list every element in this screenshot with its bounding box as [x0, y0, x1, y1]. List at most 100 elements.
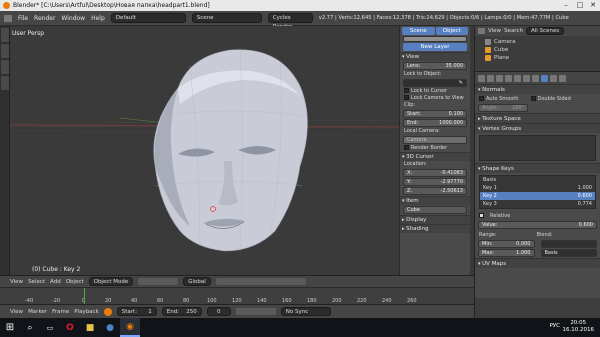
- tool-tab[interactable]: [1, 28, 9, 42]
- timeline-menu-marker[interactable]: Marker: [28, 309, 47, 315]
- timeline-menu-view[interactable]: View: [10, 309, 23, 315]
- close-button[interactable]: ✕: [587, 1, 599, 10]
- outliner-item-cube[interactable]: Cube: [485, 46, 600, 54]
- local-camera-field[interactable]: Camera: [403, 136, 467, 144]
- constraints-tab-icon[interactable]: [523, 74, 530, 82]
- new-layer-button[interactable]: New Layer: [403, 43, 467, 51]
- blend-basis-field[interactable]: Basis: [540, 249, 597, 257]
- current-frame-marker[interactable]: [84, 288, 85, 305]
- record-icon[interactable]: [103, 307, 112, 316]
- tool-tab[interactable]: [1, 76, 9, 90]
- display-panel-header[interactable]: Display: [400, 215, 470, 224]
- shading-icons[interactable]: [138, 278, 179, 285]
- texture-tab-icon[interactable]: [559, 74, 566, 82]
- outliner-filter-select[interactable]: All Scenes: [525, 27, 565, 35]
- item-name-field[interactable]: Cube: [403, 206, 467, 214]
- modifiers-tab-icon[interactable]: [532, 74, 539, 82]
- search-button[interactable]: ⌕: [20, 318, 40, 337]
- cursor-x-field[interactable]: X: -0.41083: [403, 169, 467, 177]
- timeline-menu-playback[interactable]: Playback: [74, 309, 99, 315]
- blend-vertex-group-field[interactable]: [540, 240, 597, 248]
- interaction-mode-select[interactable]: Object Mode: [88, 277, 134, 286]
- start-button[interactable]: ⊞: [0, 318, 20, 337]
- eyedropper-icon[interactable]: ✎: [459, 80, 463, 86]
- vertex-groups-panel-header[interactable]: Vertex Groups: [475, 123, 600, 133]
- head-mesh[interactable]: [153, 47, 308, 252]
- shape-key-row[interactable]: Key 1 1.000: [480, 184, 595, 192]
- menu-help[interactable]: Help: [91, 15, 105, 22]
- render-tab-icon[interactable]: [478, 74, 485, 82]
- menu-file[interactable]: File: [18, 15, 28, 22]
- current-frame-field[interactable]: 0: [206, 307, 231, 316]
- editor-type-icon[interactable]: [478, 28, 485, 34]
- tab-object[interactable]: Object: [435, 27, 468, 35]
- world-tab-icon[interactable]: [505, 74, 512, 82]
- item-panel-header[interactable]: Item: [400, 196, 470, 205]
- taskbar-app-explorer[interactable]: ■: [80, 318, 100, 337]
- layer-buttons[interactable]: [215, 278, 306, 285]
- menu-window[interactable]: Window: [61, 15, 85, 22]
- viewport-menu-add[interactable]: Add: [50, 279, 61, 285]
- outliner-view-menu[interactable]: View: [488, 28, 501, 34]
- tab-scene[interactable]: Scene: [402, 27, 435, 35]
- shape-keys-panel-header[interactable]: Shape Keys: [475, 163, 600, 173]
- outliner-item-camera[interactable]: Camera: [485, 38, 600, 46]
- 3d-viewport[interactable]: [0, 26, 399, 275]
- lock-object-field[interactable]: ✎: [403, 79, 467, 87]
- double-sided-checkbox[interactable]: Double Sided: [530, 95, 571, 102]
- layer-grid[interactable]: [403, 36, 467, 42]
- screen-layout-select[interactable]: Default: [110, 13, 186, 23]
- relative-checkbox[interactable]: Relative: [475, 211, 600, 220]
- vertex-groups-list[interactable]: [479, 135, 596, 161]
- scene-tab-icon[interactable]: [496, 74, 503, 82]
- outliner-search-menu[interactable]: Search: [504, 28, 523, 34]
- 3d-cursor-panel-header[interactable]: 3D Cursor: [400, 152, 470, 161]
- material-tab-icon[interactable]: [550, 74, 557, 82]
- clock-date[interactable]: 16.10.2016: [563, 327, 595, 334]
- shape-value-field[interactable]: Value: 0.600: [478, 221, 597, 229]
- cursor-y-field[interactable]: Y: -2.97770: [403, 178, 467, 186]
- shape-key-row[interactable]: Basis: [480, 176, 595, 184]
- render-border-checkbox[interactable]: Render Border: [400, 145, 470, 152]
- minimize-button[interactable]: –: [560, 1, 572, 10]
- shading-panel-header[interactable]: Shading: [400, 224, 470, 233]
- cursor-z-field[interactable]: Z: -2.50613: [403, 187, 467, 195]
- editor-type-icon[interactable]: [4, 14, 12, 22]
- shape-key-row-selected[interactable]: Key 2 0.600: [480, 192, 595, 200]
- end-frame-field[interactable]: End: 250: [161, 307, 202, 316]
- viewport-menu-view[interactable]: View: [10, 279, 23, 285]
- scene-select[interactable]: Scene: [191, 13, 262, 23]
- max-field[interactable]: Max: 1.000: [478, 249, 535, 257]
- viewport-menu-object[interactable]: Object: [66, 279, 84, 285]
- tool-tab[interactable]: [1, 60, 9, 74]
- sync-mode-select[interactable]: No Sync: [280, 307, 331, 316]
- tool-tab[interactable]: [1, 44, 9, 58]
- taskbar-app-blender[interactable]: ◉: [120, 318, 140, 337]
- object-tab-icon[interactable]: [514, 74, 521, 82]
- timeline-ruler[interactable]: -40 -20 0 20 40 60 80 100 120 140 160 18…: [0, 287, 474, 305]
- lock-camera-checkbox[interactable]: Lock Camera to View: [400, 95, 470, 102]
- layers-tab-icon[interactable]: [487, 74, 494, 82]
- menu-render[interactable]: Render: [34, 15, 55, 22]
- viewport-menu-select[interactable]: Select: [28, 279, 45, 285]
- taskbar-app-opera[interactable]: O: [60, 318, 80, 337]
- clock-time[interactable]: 20:05: [563, 320, 595, 327]
- auto-smooth-checkbox[interactable]: Auto Smooth: [479, 95, 519, 102]
- maximize-button[interactable]: □: [574, 1, 586, 10]
- data-tab-icon[interactable]: [541, 74, 548, 82]
- render-engine-select[interactable]: Cycles Render: [267, 13, 313, 30]
- outliner-item-plane[interactable]: Plane: [485, 54, 600, 62]
- clip-end-field[interactable]: End: 1000.000: [403, 119, 467, 127]
- view-panel-header[interactable]: View: [400, 52, 470, 61]
- viewport-canvas[interactable]: [0, 26, 399, 275]
- lock-to-cursor-checkbox[interactable]: Lock to Cursor: [400, 88, 470, 95]
- min-field[interactable]: Min: 0.000: [478, 240, 535, 248]
- shape-key-row[interactable]: Key 3 0.774: [480, 200, 595, 208]
- taskbar-app-steam[interactable]: ●: [100, 318, 120, 337]
- uv-maps-panel-header[interactable]: UV Maps: [475, 258, 600, 268]
- normals-panel-header[interactable]: Normals: [475, 84, 600, 94]
- task-view-button[interactable]: ▭: [40, 318, 60, 337]
- playback-controls[interactable]: [235, 308, 276, 315]
- texture-space-panel-header[interactable]: Texture Space: [475, 113, 600, 123]
- angle-field[interactable]: Angle: 180°: [478, 104, 528, 112]
